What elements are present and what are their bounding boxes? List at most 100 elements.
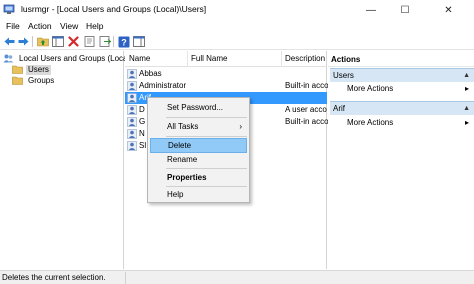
window-title: lusrmgr - [Local Users and Groups (Local… (21, 4, 207, 14)
export-list-button[interactable] (98, 35, 111, 48)
toolbar-separator (32, 36, 33, 47)
back-button[interactable] (3, 35, 16, 48)
close-icon: ✕ (444, 4, 453, 16)
help-button[interactable]: ? (117, 35, 130, 48)
user-description: A user acco (285, 105, 327, 114)
user-icon (127, 69, 137, 79)
column-header-description[interactable]: Description (285, 54, 325, 64)
tree-item-groups[interactable]: Groups (12, 75, 56, 86)
tree-item-groups-label: Groups (28, 75, 55, 85)
show-hide-action-pane-icon (132, 36, 145, 47)
menu-item-help[interactable]: Help (150, 187, 247, 202)
menu-help[interactable]: Help (86, 21, 103, 32)
collapse-caret-icon[interactable]: ▲ (463, 69, 470, 82)
show-hide-tree-button[interactable] (51, 35, 64, 48)
user-description: Built-in acco (285, 117, 329, 126)
menu-item-delete[interactable]: Delete (150, 138, 247, 153)
actions-section-users[interactable]: Users ▲ (330, 68, 474, 82)
user-name: Administrator (139, 81, 187, 90)
show-hide-action-pane-button[interactable] (132, 35, 145, 48)
list-header: Name Full Name Description (125, 51, 327, 67)
computer-management-icon (3, 4, 15, 14)
user-icon (127, 81, 137, 91)
maximize-button[interactable]: ☐ (389, 0, 421, 20)
user-icon (127, 117, 137, 127)
submenu-arrow-icon: › (239, 122, 242, 131)
tree-root[interactable]: Local Users and Groups (Local) (3, 53, 134, 64)
status-divider (125, 272, 126, 284)
maximize-icon: ☐ (400, 4, 410, 16)
user-icon (127, 141, 137, 151)
user-icon (127, 93, 137, 103)
folder-icon (12, 76, 23, 85)
menu-separator (166, 136, 247, 137)
tree-item-users-label: Users (26, 64, 51, 75)
actions-section-label: Users (333, 71, 354, 80)
actions-item-label: More Actions (347, 84, 394, 93)
forward-button[interactable] (17, 35, 30, 48)
svg-text:?: ? (121, 37, 127, 47)
context-menu: Set Password... All Tasks › Delete Renam… (147, 97, 250, 203)
status-bar: Deletes the current selection. (0, 270, 474, 284)
menu-item-all-tasks[interactable]: All Tasks › (150, 119, 247, 134)
menu-bar: File Action View Help (0, 20, 474, 33)
menu-item-label: Delete (168, 141, 192, 150)
list-item[interactable]: Administrator Built-in acco (125, 80, 329, 92)
menu-file[interactable]: File (6, 21, 20, 32)
tree-item-users[interactable]: Users (12, 64, 51, 75)
properties-icon (84, 36, 94, 47)
submenu-arrow-icon: ▸ (464, 84, 469, 93)
user-name: Sl (139, 141, 147, 150)
column-header-name[interactable]: Name (129, 54, 150, 64)
menu-item-rename[interactable]: Rename (150, 152, 247, 167)
menu-view[interactable]: View (60, 21, 78, 32)
collapse-caret-icon[interactable]: ▲ (463, 102, 470, 115)
title-bar: lusrmgr - [Local Users and Groups (Local… (0, 0, 474, 20)
menu-item-set-password[interactable]: Set Password... (150, 100, 247, 115)
user-name: Abbas (139, 69, 162, 78)
menu-action[interactable]: Action (28, 21, 52, 32)
menu-item-label: Rename (167, 155, 198, 164)
show-hide-tree-icon (51, 36, 64, 47)
properties-button[interactable] (83, 35, 96, 48)
help-icon: ? (118, 36, 129, 47)
column-divider[interactable] (187, 51, 188, 67)
back-arrow-icon (4, 37, 15, 46)
user-icon (127, 129, 137, 139)
forward-arrow-icon (18, 37, 29, 46)
actions-section-label: Arif (333, 104, 345, 113)
delete-icon (68, 36, 79, 47)
export-list-icon (99, 36, 111, 47)
actions-more-actions-users[interactable]: More Actions ▸ (330, 82, 474, 95)
tree-root-label: Local Users and Groups (Local) (19, 53, 132, 63)
list-item[interactable]: Abbas (125, 68, 327, 80)
user-icon (127, 105, 137, 115)
users-groups-icon (3, 54, 14, 63)
menu-separator (166, 117, 247, 118)
status-text: Deletes the current selection. (2, 273, 106, 282)
actions-section-arif[interactable]: Arif ▲ (330, 101, 474, 115)
user-name: G (139, 117, 146, 126)
folder-icon (12, 65, 23, 74)
actions-title: Actions (328, 53, 474, 67)
console-tree: Local Users and Groups (Local) Users Gro… (0, 51, 132, 269)
submenu-arrow-icon: ▸ (464, 118, 469, 127)
menu-item-label: Help (167, 190, 184, 199)
user-name: N (139, 129, 145, 138)
user-name: D (139, 105, 145, 114)
column-header-full-name[interactable]: Full Name (191, 54, 227, 64)
actions-item-label: More Actions (347, 118, 394, 127)
menu-separator (166, 168, 247, 169)
minimize-button[interactable]: — (355, 0, 387, 20)
menu-item-label: Properties (167, 173, 207, 182)
close-button[interactable]: ✕ (423, 0, 474, 20)
up-folder-icon (36, 37, 49, 47)
minimize-icon: — (366, 4, 376, 16)
actions-more-actions-arif[interactable]: More Actions ▸ (330, 116, 474, 129)
toolbar-separator (113, 36, 114, 47)
delete-button[interactable] (67, 35, 80, 48)
column-divider[interactable] (281, 51, 282, 67)
menu-item-properties[interactable]: Properties (150, 170, 247, 185)
actions-pane: Actions Users ▲ More Actions ▸ Arif ▲ Mo… (328, 51, 474, 269)
up-one-level-button[interactable] (36, 35, 49, 48)
